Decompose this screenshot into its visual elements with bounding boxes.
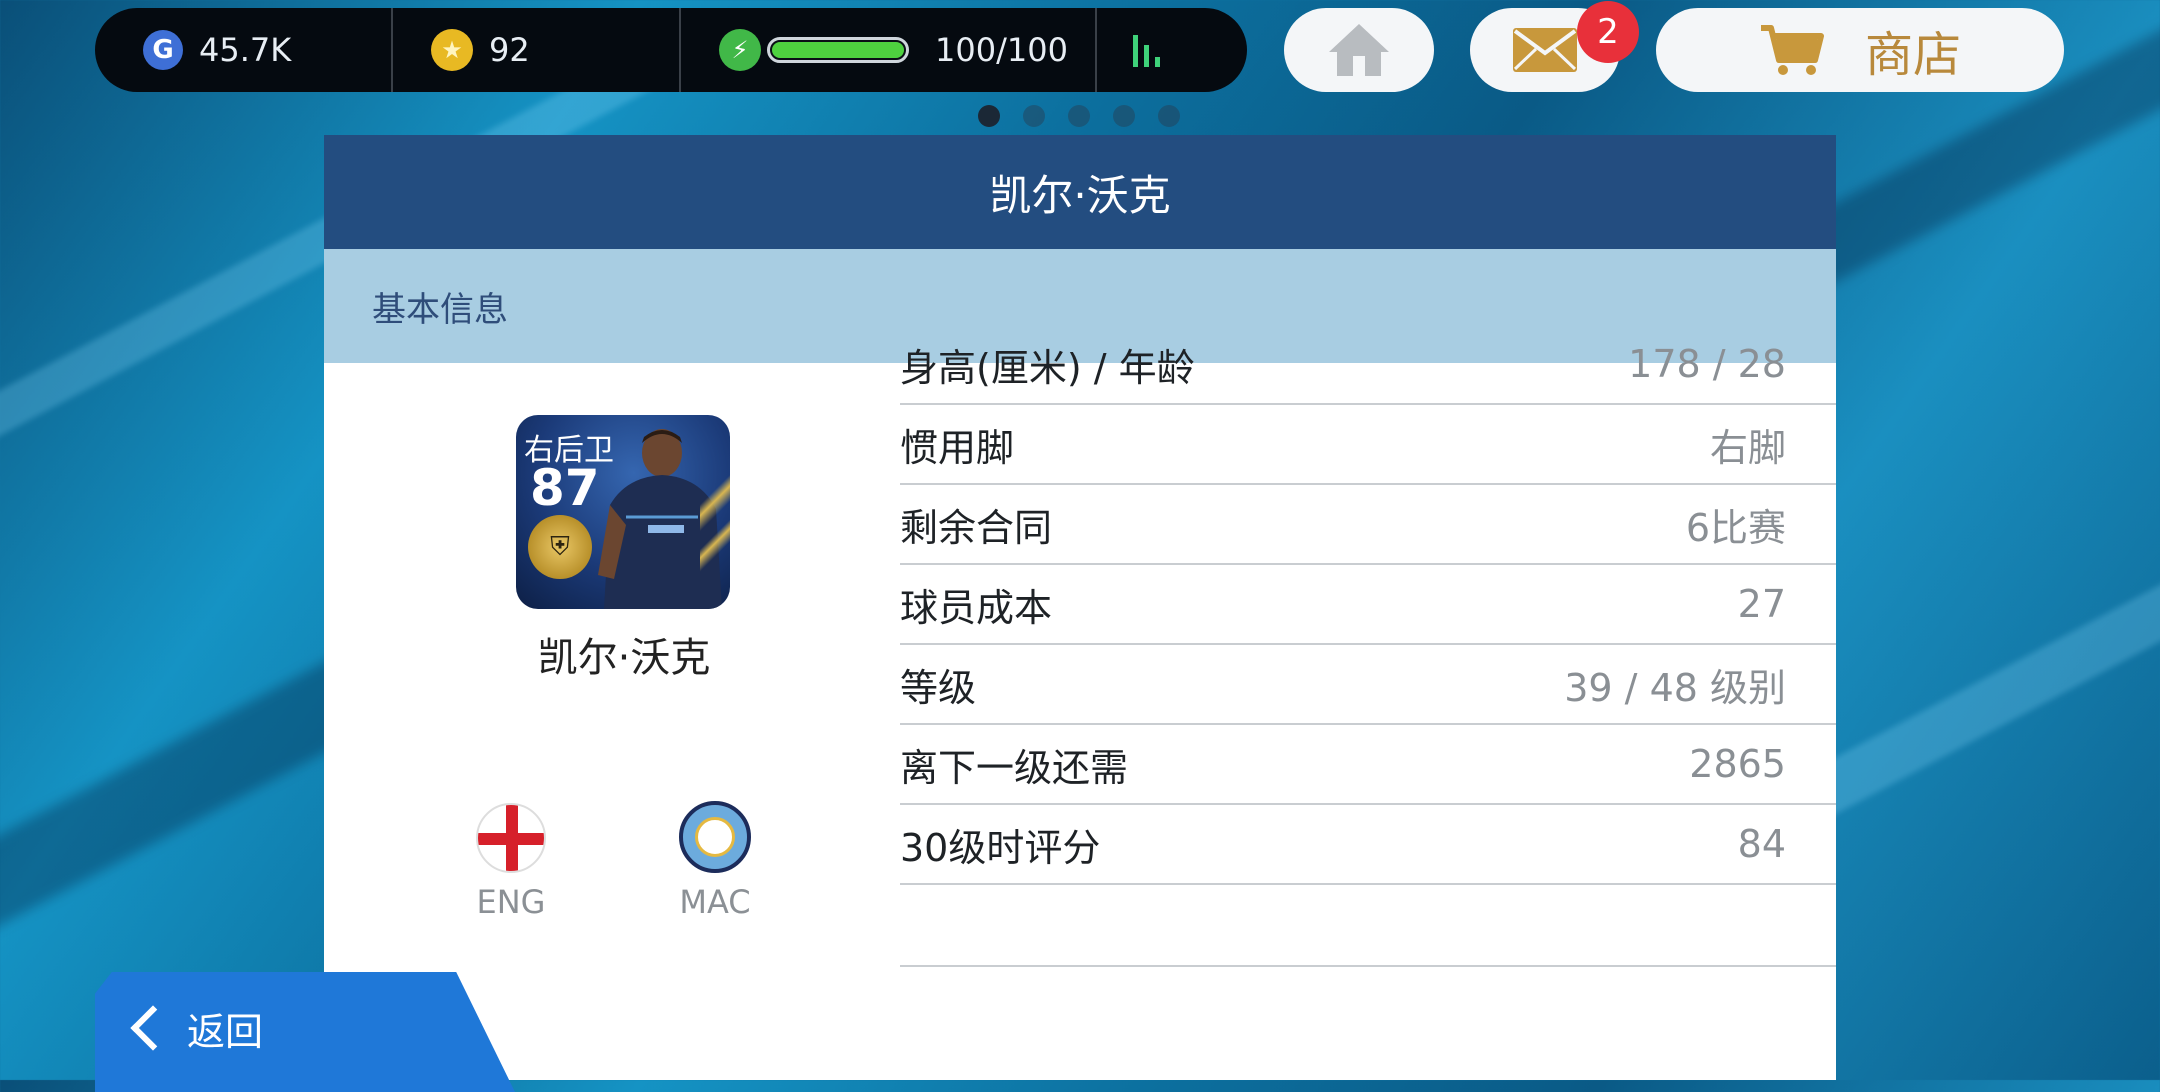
coin-icon: ★ — [431, 29, 473, 71]
info-label: 球员成本 — [900, 585, 1053, 630]
mail-icon — [1513, 28, 1577, 72]
info-value: 178 / 28 — [1628, 342, 1786, 386]
gp-counter[interactable]: G 45.7K — [95, 8, 393, 92]
club-code: MAC — [679, 883, 751, 921]
page-indicator — [978, 105, 1180, 127]
info-label: 惯用脚 — [900, 425, 1015, 470]
player-info-panel: 凯尔·沃克 基本信息 右后卫 87 ⛨ 凯尔·沃克 ENG MAC 身高(厘米)… — [324, 135, 1836, 1080]
info-row: 球员成本 27 — [900, 565, 1836, 645]
info-table: 身高(厘米) / 年龄 178 / 28 惯用脚 右脚 剩余合同 6比赛 球员成… — [900, 325, 1836, 967]
england-flag-icon[interactable] — [476, 803, 546, 873]
info-value: 27 — [1737, 582, 1786, 626]
page-dot-active[interactable] — [978, 105, 1000, 127]
info-label: 身高(厘米) / 年龄 — [900, 345, 1195, 390]
card-rating: 87 — [530, 459, 600, 517]
energy-value: 100/100 — [935, 31, 1068, 69]
info-row: 惯用脚 右脚 — [900, 405, 1836, 485]
info-value: 右脚 — [1709, 425, 1786, 470]
info-row: 身高(厘米) / 年龄 178 / 28 — [900, 325, 1836, 405]
energy-bar — [767, 37, 909, 63]
info-row: 等级 39 / 48 级别 — [900, 645, 1836, 725]
section-title: 基本信息 — [372, 289, 508, 330]
shop-label: 商店 — [1864, 27, 1961, 83]
info-row: 剩余合同 6比赛 — [900, 485, 1836, 565]
page-dot[interactable] — [1023, 105, 1045, 127]
back-button[interactable]: 返回 — [95, 972, 515, 1092]
chevron-left-icon — [130, 1005, 176, 1051]
club-crest-icon[interactable] — [679, 801, 751, 873]
info-value: 39 / 48 级别 — [1564, 665, 1786, 710]
home-button[interactable] — [1284, 8, 1434, 92]
back-label: 返回 — [187, 1009, 264, 1054]
info-row: 30级时评分 84 — [900, 805, 1836, 885]
gp-value: 45.7K — [199, 31, 292, 69]
panel-title: 凯尔·沃克 — [324, 135, 1836, 249]
page-dot[interactable] — [1113, 105, 1135, 127]
coin-value: 92 — [489, 31, 530, 69]
mail-badge: 2 — [1577, 1, 1639, 63]
g-icon: G — [143, 30, 183, 70]
info-label: 剩余合同 — [900, 505, 1053, 550]
cart-icon — [1760, 25, 1824, 75]
status-bar: G 45.7K ★ 92 ⚡ 100/100 — [95, 8, 1247, 92]
info-label: 离下一级还需 — [900, 745, 1129, 790]
info-value: 2865 — [1689, 742, 1786, 786]
info-row: 离下一级还需 2865 — [900, 725, 1836, 805]
player-card[interactable]: 右后卫 87 ⛨ — [516, 415, 730, 609]
info-row-empty — [900, 885, 1836, 967]
home-icon — [1329, 24, 1389, 76]
info-label: 等级 — [900, 665, 977, 710]
player-name: 凯尔·沃克 — [537, 635, 711, 681]
info-value: 84 — [1737, 822, 1786, 866]
card-gold-accent — [700, 415, 730, 609]
connection-status[interactable] — [1097, 8, 1247, 92]
page-dot[interactable] — [1158, 105, 1180, 127]
info-value: 6比赛 — [1685, 505, 1786, 550]
signal-icon — [1133, 33, 1160, 67]
info-label: 30级时评分 — [900, 825, 1101, 870]
energy-bar-fill — [772, 42, 904, 58]
shop-button[interactable]: 商店 — [1656, 8, 2064, 92]
medal-icon: ⛨ — [528, 515, 592, 579]
energy-meter[interactable]: ⚡ 100/100 — [681, 8, 1097, 92]
lightning-icon: ⚡ — [719, 29, 761, 71]
nation-code: ENG — [476, 883, 546, 921]
page-dot[interactable] — [1068, 105, 1090, 127]
coin-counter[interactable]: ★ 92 — [393, 8, 681, 92]
